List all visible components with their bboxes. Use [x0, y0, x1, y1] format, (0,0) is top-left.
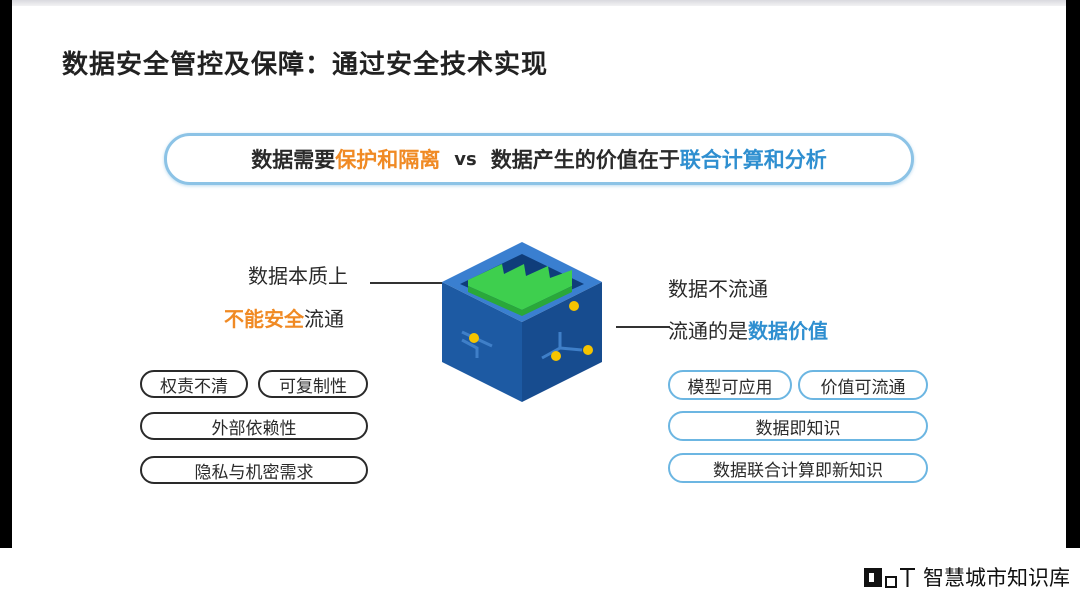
- pill-left-1: 可复制性: [258, 370, 368, 398]
- banner-highlight-protection: 保护和隔离: [335, 148, 441, 172]
- banner-text-2: 数据产生的价值在于: [490, 148, 680, 172]
- logo-icon: [864, 568, 915, 588]
- right-line-1: 数据不流通: [668, 277, 768, 301]
- left-line-1: 数据本质上: [248, 264, 348, 288]
- pill-left-2: 外部依赖性: [140, 412, 368, 440]
- right-line-2: 流通的是数据价值: [668, 315, 828, 344]
- dot-2: [569, 301, 579, 311]
- right-line-2-rest: 流通的是: [668, 319, 748, 343]
- banner-text-1: 数据需要: [251, 148, 336, 172]
- dot-3: [551, 351, 561, 361]
- pill-left-3: 隐私与机密需求: [140, 456, 368, 484]
- right-line-2-highlight: 数据价值: [748, 319, 828, 343]
- right-connector-line: [616, 326, 670, 328]
- slide-top-band: [12, 0, 1066, 6]
- data-cube-illustration: [442, 242, 602, 402]
- pill-right-1: 价值可流通: [798, 370, 928, 400]
- slide: 数据安全管控及保障：通过安全技术实现 数据需要 保护和隔离 vs 数据产生的价值…: [12, 0, 1066, 548]
- contrast-banner: 数据需要 保护和隔离 vs 数据产生的价值在于 联合计算和分析: [164, 133, 914, 185]
- dot-1: [469, 333, 479, 343]
- banner-highlight-computation: 联合计算和分析: [679, 148, 827, 172]
- pill-right-2: 数据即知识: [668, 411, 928, 441]
- banner-vs: vs: [454, 148, 477, 170]
- watermark-text: 智慧城市知识库: [923, 566, 1070, 590]
- watermark: 智慧城市知识库: [863, 562, 1070, 592]
- left-line-2-highlight: 不能安全: [224, 307, 304, 331]
- pill-right-3: 数据联合计算即新知识: [668, 453, 928, 483]
- dot-4: [583, 345, 593, 355]
- pill-right-0: 模型可应用: [668, 370, 792, 400]
- left-line-2: 不能安全流通: [224, 303, 344, 332]
- pill-left-0: 权责不清: [140, 370, 248, 398]
- left-line-2-rest: 流通: [304, 307, 344, 331]
- slide-title: 数据安全管控及保障：通过安全技术实现: [62, 50, 549, 80]
